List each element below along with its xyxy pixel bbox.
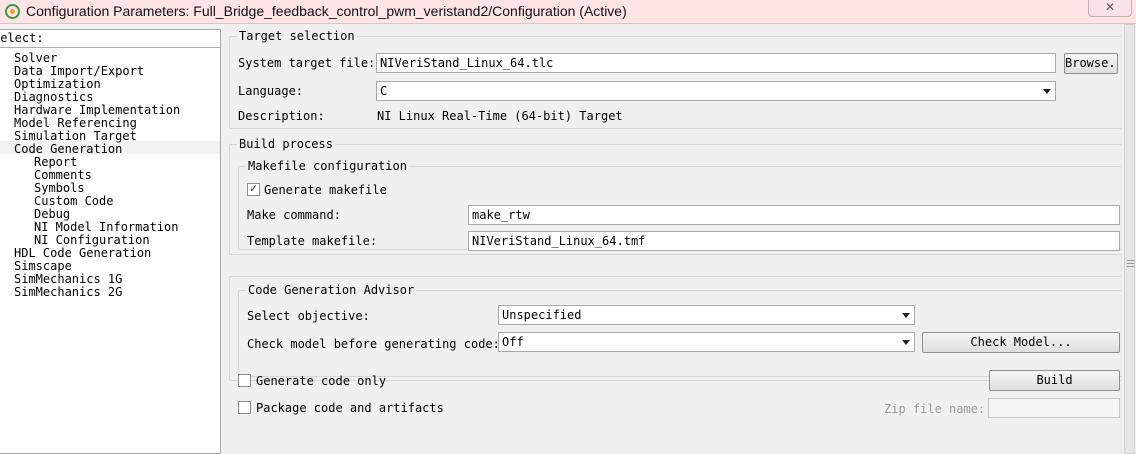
template-makefile-field[interactable]: NIVeriStand_Linux_64.tmf bbox=[468, 231, 1120, 251]
system-target-file-field[interactable]: NIVeriStand_Linux_64.tlc bbox=[376, 53, 1056, 73]
select-objective-value: Unspecified bbox=[502, 308, 582, 322]
language-label: Language: bbox=[238, 84, 304, 98]
check-model-label: Check model before generating code: bbox=[247, 337, 500, 351]
description-label: Description: bbox=[238, 109, 325, 123]
generate-code-only-checkbox[interactable] bbox=[238, 374, 251, 387]
build-button[interactable]: Build bbox=[989, 370, 1120, 391]
template-makefile-label: Template makefile: bbox=[247, 234, 378, 248]
target-selection-legend: Target selection bbox=[237, 29, 357, 43]
scrollbar-thumb[interactable] bbox=[1124, 24, 1135, 454]
matlab-app-icon bbox=[5, 4, 20, 19]
tree-header-divider bbox=[0, 47, 220, 48]
package-code-label: Package code and artifacts bbox=[256, 401, 444, 415]
package-code-checkbox[interactable] bbox=[238, 401, 251, 414]
close-button[interactable]: ✕ bbox=[1088, 0, 1132, 17]
language-select-value: C bbox=[380, 84, 388, 98]
make-command-label: Make command: bbox=[247, 208, 341, 222]
code-generation-advisor-legend: Code Generation Advisor bbox=[246, 283, 417, 297]
check-model-button[interactable]: Check Model... bbox=[922, 332, 1120, 353]
system-target-file-label: System target file: bbox=[238, 56, 376, 70]
select-objective-label: Select objective: bbox=[247, 309, 370, 323]
select-objective-dropdown[interactable]: Unspecified bbox=[498, 305, 915, 325]
window-title: Configuration Parameters: Full_Bridge_fe… bbox=[26, 3, 627, 19]
tree-header: Select: bbox=[0, 31, 44, 45]
tree-item-simmechanics-2g[interactable]: SimMechanics 2G bbox=[14, 286, 122, 299]
title-bar: Configuration Parameters: Full_Bridge_fe… bbox=[0, 0, 1136, 24]
make-command-field[interactable]: make_rtw bbox=[468, 205, 1120, 225]
category-tree[interactable]: Select: Solver Data Import/Export Optimi… bbox=[0, 29, 221, 454]
generate-makefile-checkbox[interactable] bbox=[247, 182, 260, 196]
generate-makefile-label: Generate makefile bbox=[264, 183, 387, 197]
check-model-dropdown[interactable]: Off bbox=[498, 332, 915, 352]
zip-file-name-label: Zip file name: bbox=[884, 402, 986, 416]
makefile-configuration-legend: Makefile configuration bbox=[246, 159, 409, 173]
settings-panel: Target selection System target file: NIV… bbox=[221, 24, 1136, 454]
language-select[interactable]: C bbox=[376, 81, 1056, 101]
description-value: NI Linux Real-Time (64-bit) Target bbox=[377, 109, 623, 123]
build-process-legend: Build process bbox=[237, 137, 335, 151]
chevron-down-icon bbox=[902, 340, 910, 345]
chevron-down-icon bbox=[902, 313, 910, 318]
check-model-value: Off bbox=[502, 335, 524, 349]
grip-icon bbox=[1127, 260, 1134, 267]
generate-code-only-label: Generate code only bbox=[256, 374, 387, 388]
zip-file-name-field[interactable] bbox=[988, 398, 1120, 418]
browse-button[interactable]: Browse... bbox=[1064, 53, 1118, 74]
vertical-scrollbar[interactable] bbox=[1121, 24, 1136, 454]
chevron-down-icon bbox=[1043, 89, 1051, 94]
